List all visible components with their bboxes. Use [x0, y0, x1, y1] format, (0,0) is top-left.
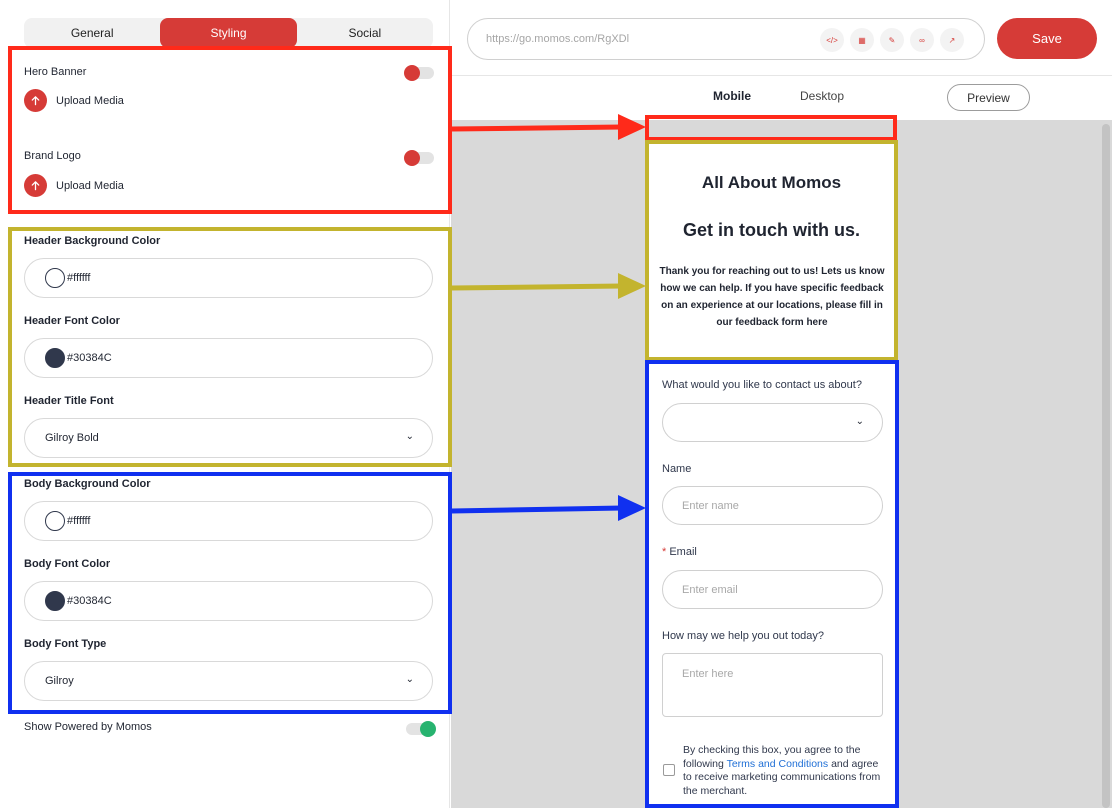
arrow-red [451, 114, 646, 140]
arrow-olive [451, 273, 646, 299]
annotation-arrows [451, 114, 646, 521]
arrow-blue [451, 495, 646, 521]
